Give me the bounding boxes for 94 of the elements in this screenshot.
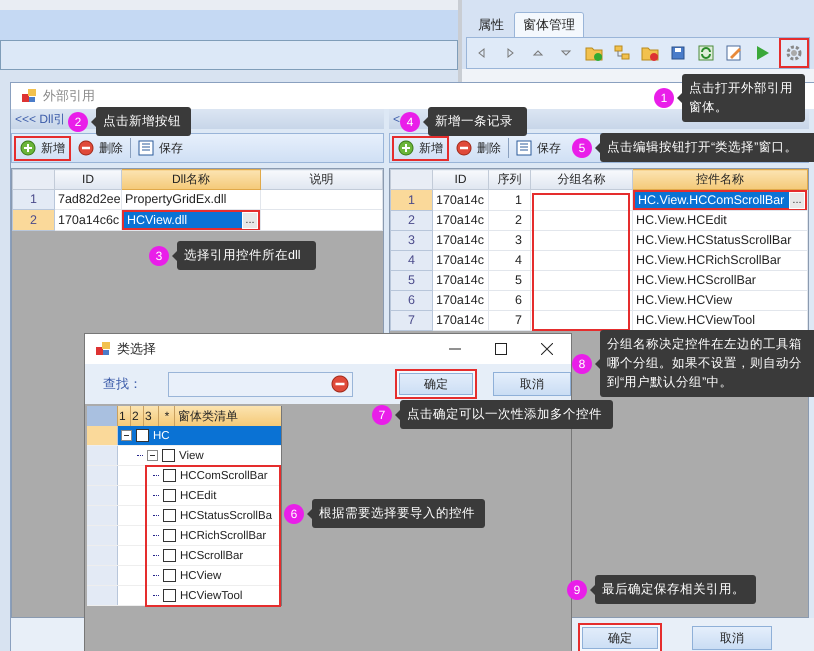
- toolbar-button[interactable]: 保存: [132, 136, 189, 160]
- delete-icon: [78, 140, 94, 156]
- column-header[interactable]: ID: [54, 170, 122, 190]
- table-cell: 4: [488, 250, 530, 270]
- table-cell: 170a14c: [432, 210, 488, 230]
- checkbox[interactable]: [163, 489, 176, 502]
- save-icon: [138, 140, 154, 156]
- header-corner: [87, 406, 117, 426]
- tree-item[interactable]: HC: [118, 426, 281, 445]
- callout-bubble: 点击新增按钮: [91, 107, 191, 136]
- table-cell: HC.View.HCEdit: [632, 210, 808, 230]
- cell-editor[interactable]: HC.View.HCComScrollBar ...: [633, 190, 807, 210]
- pane-header[interactable]: <: [393, 112, 400, 126]
- checkbox[interactable]: [163, 589, 176, 602]
- table-cell: 170a14c: [432, 250, 488, 270]
- toolbar-button[interactable]: 保存: [510, 136, 567, 160]
- row-number[interactable]: 2: [12, 210, 54, 230]
- callout-bubble: 点击编辑按钮打开“类选择”窗口。: [595, 133, 814, 162]
- table-cell: 170a14c: [432, 290, 488, 310]
- column-header[interactable]: 说明: [260, 170, 382, 190]
- column-header[interactable]: 序列: [488, 170, 530, 190]
- row-number[interactable]: 4: [390, 250, 432, 270]
- checkbox[interactable]: [163, 509, 176, 522]
- row-number[interactable]: 5: [390, 270, 432, 290]
- clear-icon[interactable]: [330, 375, 349, 393]
- table-cell: HC.View.HCView: [632, 290, 808, 310]
- callout-bubble: 点击打开外部引用窗体。: [677, 74, 805, 122]
- table-cell: HC.View.HCRichScrollBar: [632, 250, 808, 270]
- toolbar-button[interactable]: 删除: [450, 136, 507, 160]
- table-cell: 7: [488, 310, 530, 330]
- dialog-button[interactable]: 确定: [578, 623, 662, 651]
- callout-bubble: 分组名称决定控件在左边的工具箱哪个分组。如果不设置，则自动分到“用户默认分组”中。: [595, 330, 814, 397]
- checkbox[interactable]: [163, 469, 176, 482]
- column-header[interactable]: ID: [432, 170, 488, 190]
- table-cell: 5: [488, 270, 530, 290]
- search-label: 查找：: [103, 375, 143, 393]
- toolbar-button[interactable]: 新增: [392, 136, 449, 160]
- window-title: 外部引用: [43, 87, 95, 105]
- row-number[interactable]: 2: [390, 210, 432, 230]
- tree-item[interactable]: View: [118, 446, 281, 465]
- pane-header[interactable]: <<< Dll引: [15, 110, 66, 128]
- row-number[interactable]: 1: [390, 190, 432, 210]
- dialog-button[interactable]: 取消: [492, 372, 571, 396]
- callout-bubble: 最后确定保存相关引用。: [590, 575, 756, 604]
- save-icon: [516, 140, 532, 156]
- checkbox[interactable]: [163, 569, 176, 582]
- toolbar-button[interactable]: 删除: [72, 136, 129, 160]
- delete-icon: [456, 140, 472, 156]
- window-title: 类选择: [117, 340, 156, 358]
- table-cell: 3: [488, 230, 530, 250]
- callout-bubble: 新增一条记录: [423, 107, 527, 136]
- callout-bubble: 根据需要选择要导入的控件: [307, 499, 485, 528]
- search-field[interactable]: [168, 372, 353, 396]
- toolbar-button[interactable]: 新增: [14, 136, 71, 160]
- checkbox[interactable]: [163, 549, 176, 562]
- expander-icon[interactable]: [147, 450, 158, 461]
- callout-bubble: 选择引用控件所在dll: [172, 241, 316, 270]
- callout-bubble: 点击确定可以一次性添加多个控件: [395, 400, 613, 429]
- checkbox[interactable]: [136, 429, 149, 442]
- checkbox[interactable]: [162, 449, 175, 462]
- column-header[interactable]: 分组名称: [530, 170, 632, 190]
- maximize-icon[interactable]: [495, 343, 507, 355]
- add-icon: [398, 140, 414, 156]
- table-cell: 170a14c: [432, 190, 488, 210]
- table-cell: 2: [488, 210, 530, 230]
- dialog-button[interactable]: 确定: [394, 369, 477, 399]
- table-cell: 170a14c6c: [54, 210, 122, 230]
- browse-button[interactable]: ...: [242, 212, 258, 228]
- column-header[interactable]: Dll名称: [122, 170, 260, 190]
- table-cell: 7ad82d2ee: [54, 190, 122, 210]
- dialog-button[interactable]: 取消: [692, 626, 772, 650]
- close-icon[interactable]: [541, 343, 553, 355]
- row-number[interactable]: 6: [390, 290, 432, 310]
- panel-tab[interactable]: 属性: [470, 12, 512, 37]
- panel-tab[interactable]: 窗体管理: [514, 12, 584, 37]
- add-icon: [20, 140, 36, 156]
- app-icon: [95, 341, 111, 357]
- column-header[interactable]: 控件名称: [632, 170, 808, 190]
- cell-editor[interactable]: HCView.dll ...: [122, 210, 260, 230]
- table-cell: 6: [488, 290, 530, 310]
- table-cell: HC.View.HCScrollBar: [632, 270, 808, 290]
- settings-icon[interactable]: [779, 38, 809, 68]
- app-icon: [21, 88, 37, 104]
- row-number[interactable]: 3: [390, 230, 432, 250]
- browse-button[interactable]: ...: [789, 192, 805, 208]
- table-cell: 170a14c: [432, 270, 488, 290]
- table-cell: HC.View.HCStatusScrollBar: [632, 230, 808, 250]
- row-number[interactable]: 7: [390, 310, 432, 330]
- table-cell: 1: [488, 190, 530, 210]
- table-cell: 170a14c: [432, 310, 488, 330]
- checkbox[interactable]: [163, 529, 176, 542]
- expander-icon[interactable]: [121, 430, 132, 441]
- row-number[interactable]: 1: [12, 190, 54, 210]
- table-cell: 170a14c: [432, 230, 488, 250]
